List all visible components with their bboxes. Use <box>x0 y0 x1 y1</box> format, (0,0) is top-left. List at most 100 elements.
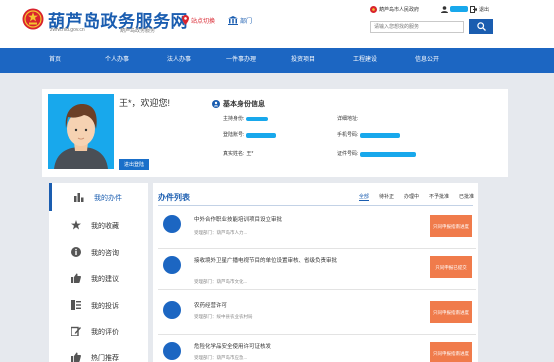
sidebar-label-favorites: 我的收藏 <box>91 223 119 230</box>
nav-investment[interactable]: 投资项目 <box>272 48 334 73</box>
info-icon <box>71 247 81 257</box>
person-badge-icon <box>212 100 220 108</box>
sidebar-label-complaints: 我的投诉 <box>91 303 119 310</box>
nav-home[interactable]: 首页 <box>24 48 86 73</box>
city-government-label: 葫芦岛市人民政府 <box>379 6 420 13</box>
sidebar-label-consultations: 我的咨询 <box>91 250 119 257</box>
sidebar-item-consultations[interactable]: 我的咨询 <box>49 238 148 266</box>
building-icon <box>228 15 238 25</box>
document-icon <box>71 300 81 310</box>
sidebar-item-favorites[interactable]: 我的收藏 <box>49 211 148 239</box>
thumbs-up-icon <box>71 273 81 283</box>
sidebar-item-my-cases[interactable]: 我的办件 <box>49 183 148 211</box>
task-action-button[interactable]: 只同申报指南进度 <box>430 342 472 362</box>
login-account-label: 登陆账号: <box>223 132 245 138</box>
phone-redacted <box>360 132 401 138</box>
task-department: 受理部门：绥中县农业农村局 <box>194 314 253 319</box>
phone-row: 手机号码: <box>337 131 401 139</box>
thumbs-up-icon <box>71 352 81 362</box>
login-account-row: 登陆账号: <box>223 131 277 139</box>
task-action-button[interactable]: 只同申报指南进度 <box>430 215 472 237</box>
location-switch-label: 站点切换 <box>191 18 216 25</box>
real-name-row: 真实姓名: 王* <box>223 150 253 158</box>
department-link[interactable]: 部门 <box>228 14 252 26</box>
task-list-title: 办件列表 <box>158 193 190 202</box>
task-status-dot <box>163 301 181 319</box>
task-row[interactable]: 危险化学品安全使用许可证核发 受理部门：葫芦岛市应急... 只同申报指南进度 <box>158 336 476 362</box>
site-header: 葫芦岛政务服务网 zwfw.hld.gov.cn 葫芦岛政务服务 站点切换 部门… <box>0 0 554 48</box>
avatar <box>48 94 114 169</box>
sidebar-item-recommended[interactable]: 热门推荐 <box>49 343 148 362</box>
address-label: 详细地址: <box>337 116 359 122</box>
nav-construction[interactable]: 工程建设 <box>334 48 396 73</box>
emblem-small-icon <box>370 5 377 13</box>
welcome-text: 王*，欢迎您! <box>119 98 171 108</box>
tab-rejected[interactable]: 不予批准 <box>429 193 449 201</box>
nav-legal-person[interactable]: 法人办事 <box>148 48 210 73</box>
task-row[interactable]: 接收境外卫星广播电视节目的单位设置审核、省级负责审批 受理部门：葫芦岛市文化..… <box>158 250 476 290</box>
sidebar-label-reviews: 我的评价 <box>91 329 119 336</box>
real-name-label: 真实姓名: <box>223 151 245 157</box>
location-switch[interactable]: 站点切换 <box>182 14 215 26</box>
login-account-redacted <box>246 132 277 138</box>
status-tabs: 全部 待补正 办理中 不予批准 已批准 <box>349 193 474 201</box>
search-icon <box>476 22 486 31</box>
identity-section-header: 基本身份信息 <box>212 99 265 109</box>
location-pin-icon <box>182 15 189 25</box>
edit-icon <box>71 326 81 336</box>
task-title[interactable]: 中外合作职业技能培训项目设立审批 <box>194 215 342 226</box>
task-status-dot <box>163 342 181 360</box>
task-row[interactable]: 农药经营许可 受理部门：绥中县农业农村局 只同申报指南进度 <box>158 295 476 335</box>
nav-info-public[interactable]: 信息公开 <box>396 48 458 73</box>
task-action-button[interactable]: 只同申报指南进度 <box>430 301 472 323</box>
id-number-redacted <box>360 151 417 157</box>
task-title[interactable]: 接收境外卫星广播电视节目的单位设置审核、省级负责审批 <box>194 256 342 267</box>
nav-personal[interactable]: 个人办事 <box>86 48 148 73</box>
site-slogan: 葫芦岛政务服务 <box>120 28 156 34</box>
subject-type-label: 主持身份: <box>223 116 245 122</box>
phone-label: 手机号码: <box>337 132 359 138</box>
task-list-divider <box>158 205 473 206</box>
logout-label: 退出 <box>479 6 490 13</box>
search-button[interactable] <box>469 19 493 34</box>
task-row[interactable]: 中外合作职业技能培训项目设立审批 受理部门：葫芦岛市人力... 只同申报指南进度 <box>158 209 476 249</box>
task-status-dot <box>163 256 181 274</box>
department-label: 部门 <box>240 18 253 25</box>
sidebar-item-reviews[interactable]: 我的评价 <box>49 317 148 345</box>
star-icon <box>71 220 81 230</box>
tab-approved[interactable]: 已批准 <box>459 193 474 201</box>
user-account[interactable] <box>441 4 468 14</box>
task-action-button[interactable]: 只同申报已提交 <box>430 256 472 278</box>
sidebar-item-suggestions[interactable]: 我的建议 <box>49 264 148 292</box>
task-department: 受理部门：葫芦岛市文化... <box>194 279 248 284</box>
id-number-row: 证件号码: <box>337 150 417 158</box>
logout-icon <box>470 5 477 13</box>
username-redacted <box>450 6 468 12</box>
subject-type-row: 主持身份: <box>223 115 269 123</box>
identity-section-title: 基本身份信息 <box>223 101 265 108</box>
subject-type-redacted <box>246 117 269 121</box>
sidebar-label-suggestions: 我的建议 <box>91 276 119 283</box>
address-row: 详细地址: <box>337 115 358 123</box>
task-title[interactable]: 危险化学品安全使用许可证核发 <box>194 342 342 353</box>
city-government-link[interactable]: 葫芦岛市人民政府 <box>370 4 419 14</box>
nav-one-thing[interactable]: 一件事办理 <box>210 48 272 73</box>
task-list-panel: 办件列表 全部 待补正 办理中 不予批准 已批准 中外合作职业技能培训项目设立审… <box>153 183 478 362</box>
task-department: 受理部门：葫芦岛市人力... <box>194 230 248 235</box>
tab-all[interactable]: 全部 <box>358 193 369 201</box>
main-nav: 首页 个人办事 法人办事 一件事办理 投资项目 工程建设 信息公开 <box>0 48 554 73</box>
sidebar-label-recommended: 热门推荐 <box>91 355 119 362</box>
national-emblem-icon <box>22 8 44 30</box>
sidebar: 我的办件 我的收藏 我的咨询 我的建议 我的投诉 我的评价 热门推荐 <box>49 183 148 362</box>
tab-in-progress[interactable]: 办理中 <box>404 193 419 201</box>
sidebar-item-complaints[interactable]: 我的投诉 <box>49 291 148 319</box>
user-icon <box>441 5 448 13</box>
task-title[interactable]: 农药经营许可 <box>194 301 342 312</box>
real-name-value: 王* <box>246 151 254 157</box>
tab-pending-correction[interactable]: 待补正 <box>379 193 394 201</box>
task-department: 受理部门：葫芦岛市应急... <box>194 355 248 360</box>
id-number-label: 证件号码: <box>337 151 359 157</box>
certify-login-button[interactable]: 进出登陆 <box>119 159 149 170</box>
logout-link[interactable]: 退出 <box>470 4 489 14</box>
search-input[interactable] <box>370 21 464 33</box>
